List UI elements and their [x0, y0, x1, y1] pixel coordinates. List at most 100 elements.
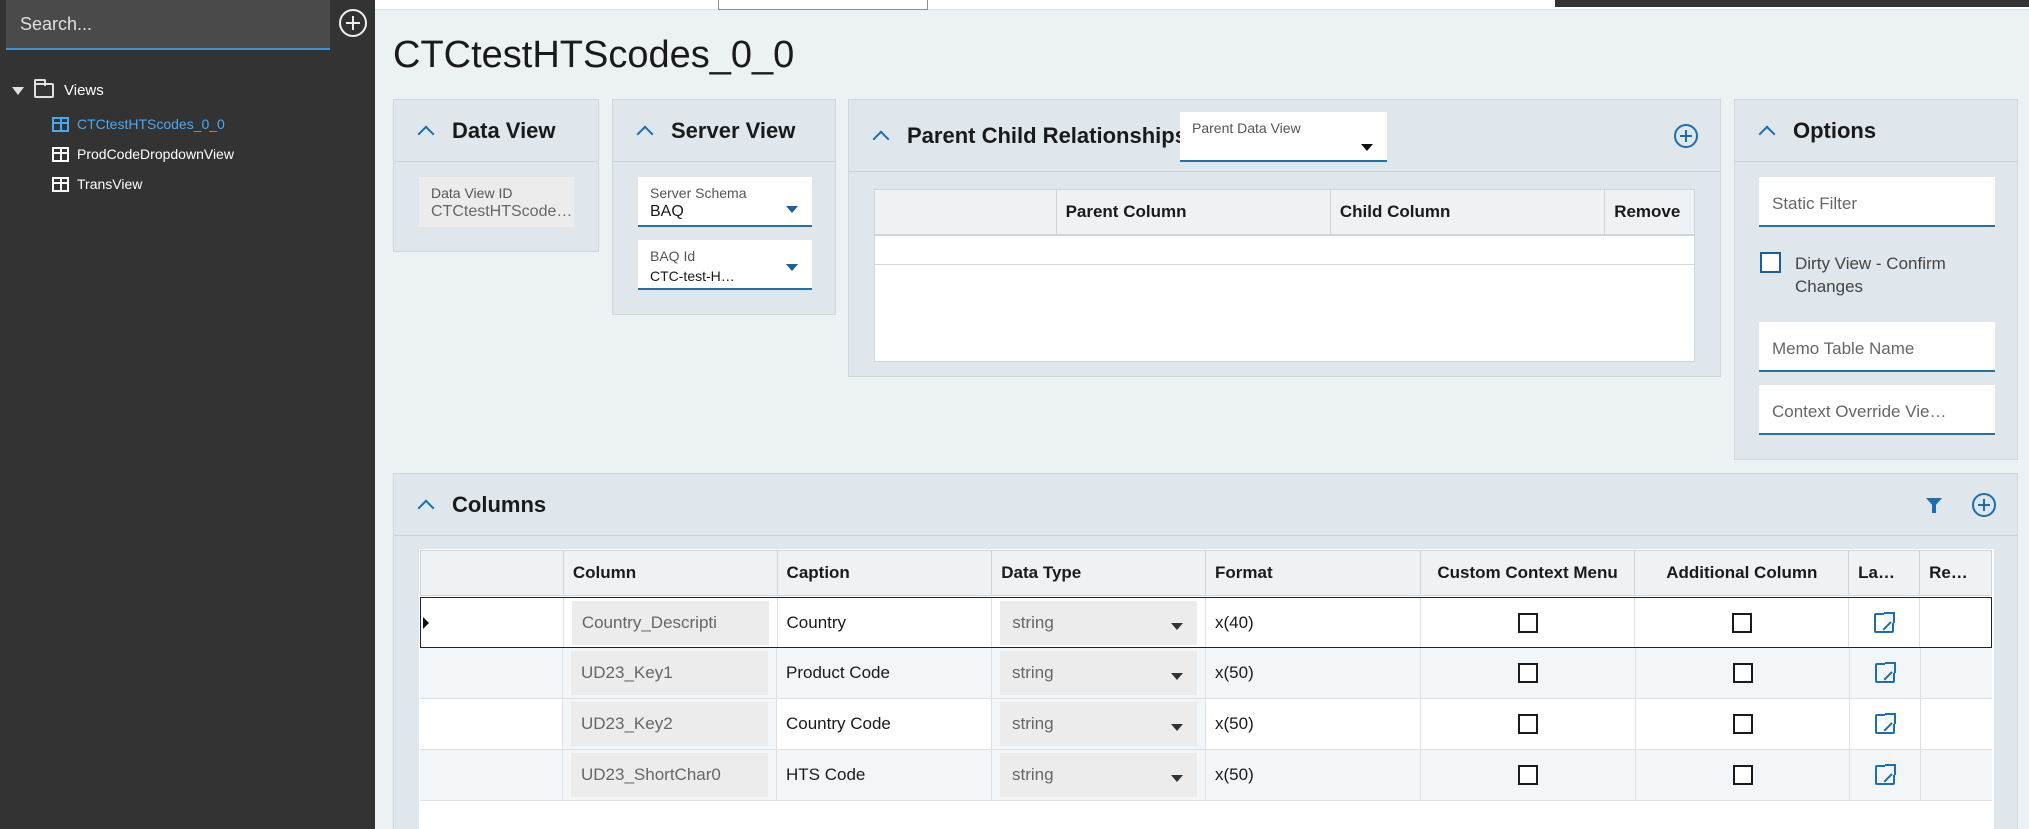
dirty-view-checkbox-row[interactable]: Dirty View - Confirm Changes — [1760, 252, 1975, 298]
format-cell[interactable]: x(40) — [1206, 598, 1421, 647]
la-cell[interactable] — [1850, 699, 1921, 749]
chevron-down-icon[interactable] — [1171, 673, 1183, 680]
filter-icon[interactable] — [1926, 498, 1942, 513]
top-tab[interactable] — [718, 0, 928, 10]
custom-context-menu-checkbox[interactable] — [1518, 765, 1538, 785]
add-column-icon[interactable] — [1972, 493, 1996, 517]
la-cell[interactable] — [1849, 598, 1921, 647]
header-cell-data-type[interactable]: Data Type — [992, 551, 1206, 595]
data-type-cell[interactable]: string — [992, 598, 1206, 647]
re-cell[interactable] — [1921, 648, 1992, 698]
panel-header[interactable]: Options — [1735, 100, 2017, 162]
chevron-up-icon[interactable] — [1758, 125, 1776, 142]
panel-title: Server View — [671, 117, 796, 143]
panel-header[interactable]: Columns — [394, 474, 2017, 536]
additional-column-checkbox[interactable] — [1732, 663, 1753, 683]
chevron-up-icon[interactable] — [417, 125, 435, 142]
data-type-select[interactable]: string — [1000, 600, 1197, 645]
open-external-icon[interactable] — [1875, 662, 1896, 683]
chevron-down-icon[interactable] — [1170, 622, 1183, 630]
caption-cell[interactable]: Product Code — [777, 648, 992, 698]
chevron-down-icon[interactable] — [1171, 775, 1183, 782]
chevron-down-icon[interactable] — [786, 206, 798, 213]
row-selector-cell[interactable] — [420, 750, 563, 800]
caret-down-icon[interactable] — [12, 86, 24, 95]
tree-folder-views[interactable]: Views — [12, 79, 104, 99]
add-view-icon[interactable] — [339, 9, 367, 37]
additional-column-cell[interactable] — [1636, 699, 1850, 749]
caption-cell[interactable]: HTS Code — [777, 750, 992, 800]
additional-column-cell[interactable] — [1636, 750, 1850, 800]
data-type-select[interactable]: string — [1000, 753, 1197, 797]
tree-item-prodcodedropdownview[interactable]: ProdCodeDropdownView — [52, 146, 234, 162]
row-selector-cell[interactable] — [421, 598, 564, 647]
custom-context-menu-checkbox[interactable] — [1517, 612, 1538, 633]
chevron-up-icon[interactable] — [872, 130, 890, 147]
header-cell-parent-column[interactable]: Parent Column — [1057, 190, 1331, 234]
data-type-cell[interactable]: string — [992, 750, 1206, 800]
custom-context-menu-checkbox[interactable] — [1518, 714, 1538, 734]
header-cell-additional-column[interactable]: Additional Column — [1635, 551, 1850, 595]
context-override-view-input[interactable]: Context Override Vie… — [1759, 385, 1995, 435]
data-type-select[interactable]: string — [1000, 702, 1197, 746]
static-filter-input[interactable]: Static Filter — [1759, 177, 1995, 227]
open-external-icon[interactable] — [1874, 611, 1896, 633]
open-external-icon[interactable] — [1875, 713, 1896, 734]
row-selector-cell[interactable] — [420, 648, 563, 698]
panel-header[interactable]: Server View — [613, 100, 835, 162]
table-row[interactable]: UD23_Key2 Country Code string x(50) — [420, 699, 1992, 750]
additional-column-cell[interactable] — [1636, 648, 1850, 698]
la-cell[interactable] — [1850, 648, 1921, 698]
open-external-icon[interactable] — [1875, 764, 1896, 785]
table-row[interactable]: UD23_Key1 Product Code string x(50) — [420, 648, 1992, 699]
table-row[interactable]: Country_Descripti Country string x(40) — [420, 597, 1992, 648]
chevron-down-icon[interactable] — [786, 264, 798, 271]
format-cell[interactable]: x(50) — [1206, 699, 1421, 749]
custom-context-menu-cell[interactable] — [1421, 750, 1636, 800]
la-cell[interactable] — [1850, 750, 1921, 800]
header-cell-column[interactable]: Column — [564, 551, 778, 595]
format-cell[interactable]: x(50) — [1206, 750, 1421, 800]
data-type-cell[interactable]: string — [992, 699, 1206, 749]
tree-item-transview[interactable]: TransView — [52, 176, 142, 192]
tree-item-ctctesthtscodes[interactable]: CTCtestHTScodes_0_0 — [52, 116, 225, 132]
memo-table-name-input[interactable]: Memo Table Name — [1759, 322, 1995, 372]
panel-header[interactable]: Data View — [394, 100, 598, 162]
dirty-view-checkbox[interactable] — [1760, 252, 1781, 273]
header-cell-caption[interactable]: Caption — [778, 551, 993, 595]
header-cell-child-column[interactable]: Child Column — [1331, 190, 1606, 234]
header-cell-la[interactable]: La… — [1849, 551, 1921, 595]
search-input[interactable]: Search... — [6, 0, 330, 50]
table-row[interactable]: UD23_ShortChar0 HTS Code string x(50) — [420, 750, 1992, 801]
server-schema-select[interactable]: Server Schema BAQ — [638, 177, 812, 227]
header-cell-re[interactable]: Re… — [1920, 551, 1991, 595]
header-cell-custom-context-menu[interactable]: Custom Context Menu — [1421, 551, 1636, 595]
header-cell-format[interactable]: Format — [1206, 551, 1421, 595]
parent-data-view-select[interactable]: Parent Data View — [1180, 112, 1387, 162]
custom-context-menu-cell[interactable] — [1421, 699, 1636, 749]
add-relationship-icon[interactable] — [1674, 124, 1698, 148]
format-cell[interactable]: x(50) — [1206, 648, 1421, 698]
data-type-cell[interactable]: string — [992, 648, 1206, 698]
custom-context-menu-cell[interactable] — [1421, 648, 1636, 698]
re-cell[interactable] — [1921, 699, 1992, 749]
baq-id-select[interactable]: BAQ Id CTC-test-H… — [638, 240, 812, 290]
re-cell[interactable] — [1920, 598, 1991, 647]
caption-cell[interactable]: Country — [778, 598, 993, 647]
additional-column-cell[interactable] — [1635, 598, 1850, 647]
chevron-down-icon[interactable] — [1361, 144, 1373, 151]
chevron-down-icon[interactable] — [1171, 724, 1183, 731]
caption-cell[interactable]: Country Code — [777, 699, 992, 749]
row-selector-cell[interactable] — [420, 699, 563, 749]
data-type-select[interactable]: string — [1000, 651, 1197, 695]
additional-column-checkbox[interactable] — [1732, 765, 1753, 785]
custom-context-menu-checkbox[interactable] — [1518, 663, 1538, 683]
additional-column-checkbox[interactable] — [1732, 714, 1753, 734]
relationships-grid-new-row[interactable] — [874, 235, 1695, 265]
re-cell[interactable] — [1921, 750, 1992, 800]
custom-context-menu-cell[interactable] — [1421, 598, 1636, 647]
chevron-up-icon[interactable] — [417, 499, 435, 516]
additional-column-checkbox[interactable] — [1731, 612, 1752, 633]
header-cell-remove[interactable]: Remove — [1605, 190, 1694, 234]
chevron-up-icon[interactable] — [636, 125, 654, 142]
